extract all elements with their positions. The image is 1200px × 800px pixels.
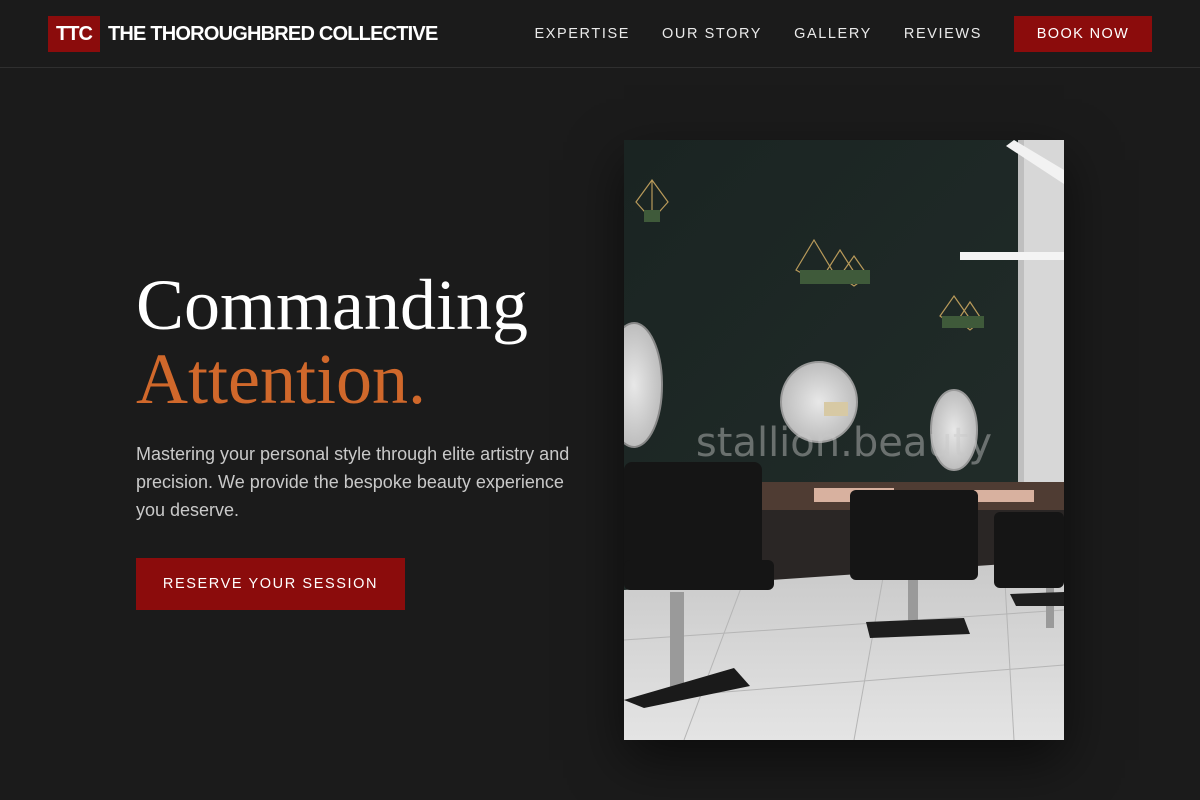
nav-link-our-story[interactable]: OUR STORY — [662, 26, 762, 42]
nav-link-reviews[interactable]: REVIEWS — [904, 26, 982, 42]
hero-lead-text: Mastering your personal style through el… — [136, 444, 570, 520]
salon-photo: stallion.beauty — [624, 140, 1064, 740]
brand-logo[interactable]: TTC THE THOROUGHBRED COLLECTIVE — [48, 16, 438, 52]
nav-links: EXPERTISE OUR STORY GALLERY REVIEWS BOOK… — [534, 16, 1152, 52]
nav-link-expertise[interactable]: EXPERTISE — [534, 26, 630, 42]
hero-headline-accent: Attention. — [136, 339, 426, 419]
salon-interior-illustration — [624, 140, 1064, 740]
reserve-session-button[interactable]: RESERVE YOUR SESSION — [136, 558, 405, 610]
book-now-button[interactable]: BOOK NOW — [1014, 16, 1152, 52]
top-navigation: TTC THE THOROUGHBRED COLLECTIVE EXPERTIS… — [0, 0, 1200, 68]
logo-mark: TTC — [48, 16, 100, 52]
hero-section: Commanding Attention. Mastering your per… — [136, 268, 596, 610]
nav-link-gallery[interactable]: GALLERY — [794, 26, 872, 42]
brand-name: THE THOROUGHBRED COLLECTIVE — [108, 22, 438, 45]
hero-headline: Commanding — [136, 265, 528, 345]
